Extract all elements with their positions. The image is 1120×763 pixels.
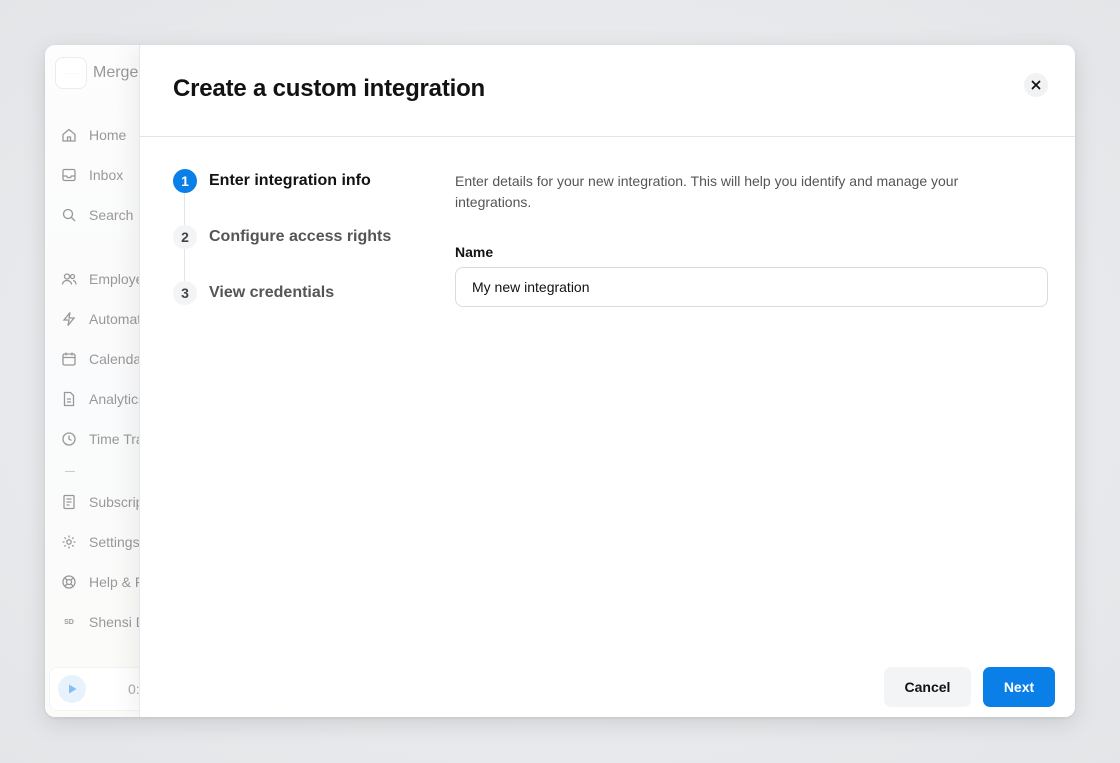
step-number: 3 bbox=[173, 281, 197, 305]
step-connector bbox=[184, 249, 185, 281]
cancel-button[interactable]: Cancel bbox=[884, 667, 971, 707]
clock-icon bbox=[62, 432, 76, 446]
home-icon bbox=[62, 128, 76, 142]
name-input[interactable] bbox=[455, 267, 1048, 307]
receipt-icon bbox=[63, 494, 75, 510]
step-view-credentials[interactable]: 3 View credentials bbox=[173, 281, 334, 305]
sidebar-item-analytics[interactable]: Analytics bbox=[61, 389, 145, 409]
step-connector bbox=[184, 193, 185, 225]
sidebar-item-label: Shensi D bbox=[89, 614, 146, 630]
sidebar-item-label: Analytics bbox=[89, 391, 146, 407]
name-label: Name bbox=[455, 244, 494, 260]
avatar: SD bbox=[64, 618, 74, 626]
player-time: 0: bbox=[128, 681, 140, 697]
lifebuoy-icon bbox=[62, 575, 76, 589]
brand: · · · · · · · Merge bbox=[55, 57, 138, 89]
create-integration-modal: Create a custom integration 1 Enter inte… bbox=[139, 45, 1075, 717]
modal-header: Create a custom integration bbox=[140, 45, 1075, 137]
inbox-icon bbox=[62, 168, 76, 182]
sidebar-item-settings[interactable]: Settings bbox=[61, 532, 140, 552]
sidebar-item-calendar[interactable]: Calendar bbox=[61, 349, 146, 369]
sidebar-item-label: Search bbox=[89, 207, 134, 223]
sidebar-item-label: Settings bbox=[89, 534, 140, 550]
step-configure-access[interactable]: 2 Configure access rights bbox=[173, 225, 391, 249]
sidebar-item-home[interactable]: Home bbox=[61, 125, 126, 145]
close-icon bbox=[1031, 80, 1041, 90]
sidebar-item-label: Inbox bbox=[89, 167, 124, 183]
sidebar-item-profile[interactable]: SD Shensi D bbox=[61, 612, 146, 632]
calendar-icon bbox=[62, 352, 76, 366]
app-window: · · · · · · · Merge Home Inbox Search Em… bbox=[45, 45, 1075, 717]
close-button[interactable] bbox=[1024, 73, 1048, 97]
step-label: Configure access rights bbox=[209, 228, 392, 245]
step-number: 2 bbox=[173, 225, 197, 249]
sidebar-divider bbox=[65, 471, 75, 472]
document-icon bbox=[63, 391, 75, 407]
sidebar-item-search[interactable]: Search bbox=[61, 205, 133, 225]
step-label: View credentials bbox=[209, 284, 335, 301]
play-icon bbox=[69, 684, 77, 694]
sidebar-item-inbox[interactable]: Inbox bbox=[61, 165, 123, 185]
play-button[interactable] bbox=[58, 675, 86, 703]
gear-icon bbox=[62, 535, 76, 549]
users-icon bbox=[61, 273, 77, 285]
brand-logo: · · · · · · · bbox=[55, 57, 87, 89]
modal-title: Create a custom integration bbox=[173, 75, 486, 102]
step-description: Enter details for your new integration. … bbox=[455, 173, 959, 210]
step-number: 1 bbox=[173, 169, 197, 193]
sidebar-item-label: Home bbox=[89, 127, 127, 143]
next-button[interactable]: Next bbox=[983, 667, 1055, 707]
step-enter-info[interactable]: 1 Enter integration info bbox=[173, 169, 371, 193]
lightning-icon bbox=[62, 312, 76, 326]
step-label: Enter integration info bbox=[209, 172, 371, 189]
sidebar-item-label: Calendar bbox=[89, 351, 146, 367]
brand-name: Merge bbox=[93, 64, 139, 81]
search-icon bbox=[62, 208, 76, 222]
